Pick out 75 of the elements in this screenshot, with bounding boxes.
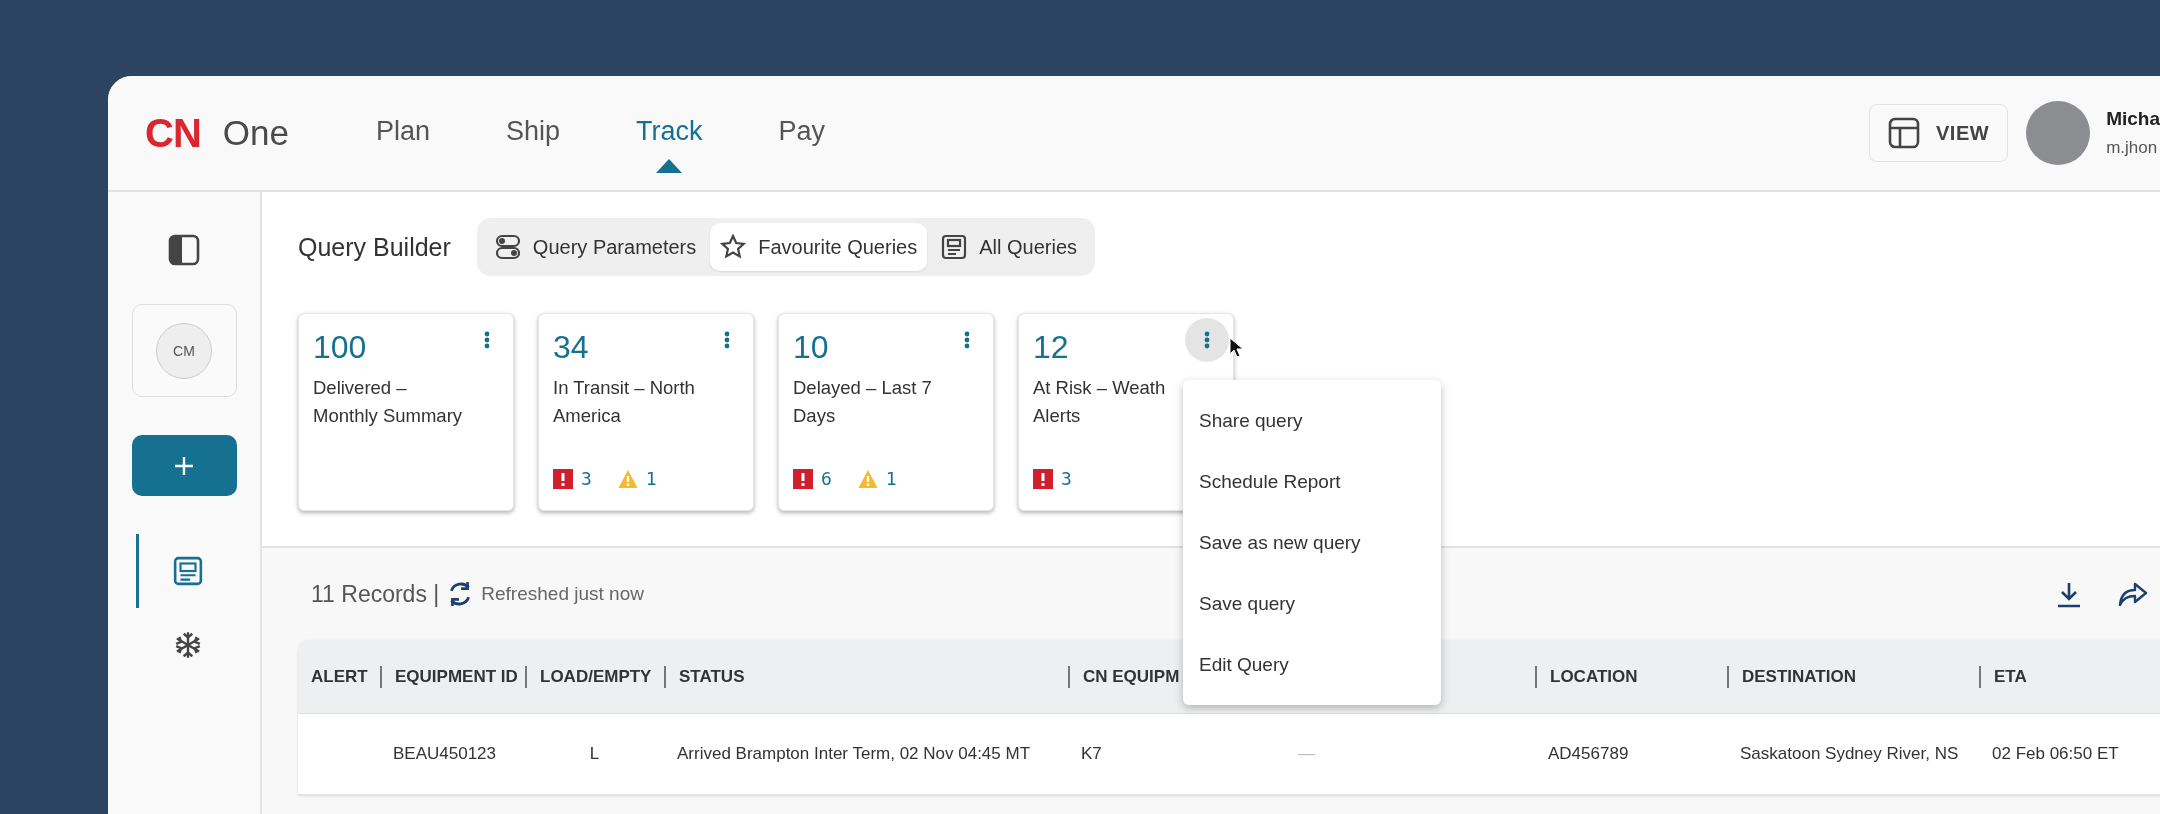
query-card[interactable] (538, 313, 754, 511)
avatar: CM (156, 322, 212, 379)
query-count: 12 (1033, 329, 1069, 366)
error-icon (793, 468, 813, 489)
nav-tab[interactable]: Ship (506, 92, 561, 174)
query-count: 34 (553, 329, 589, 366)
menu-item[interactable]: Edit Query (1183, 634, 1441, 695)
query-card[interactable] (298, 313, 514, 511)
kebab-icon (964, 331, 970, 349)
menu-item[interactable]: Schedule Report (1183, 451, 1441, 512)
warning-icon (617, 468, 638, 489)
column-header: STATUS (664, 665, 1068, 688)
user-name: Micha (2106, 108, 2160, 130)
user-email: m.jhon (2106, 138, 2159, 158)
table-cell-text: L (588, 744, 601, 764)
snowflake-icon (173, 630, 203, 660)
toggle-icon (494, 234, 521, 260)
table-cell-text: Arrived Brampton Inter Term, 02 Nov 04:45 MT (676, 744, 1032, 764)
alert-count: 3 (1061, 468, 1072, 489)
document-icon (941, 234, 968, 260)
query-count: 100 (313, 329, 367, 366)
menu-item[interactable]: Share query (1183, 390, 1441, 451)
profile-card[interactable]: CM (131, 304, 237, 397)
app-name: One (222, 113, 289, 153)
error-icon (1033, 468, 1053, 489)
selected-caret-icon (656, 159, 683, 173)
table-cell-text: BEAU450123 (392, 744, 498, 764)
alert-count: 6 (821, 468, 832, 489)
table-cell-text: 02 Feb 06:50 ET (1991, 744, 2120, 764)
warning-icon (857, 468, 878, 489)
cn-logo: CN (145, 110, 201, 156)
query-title: Delivered – Monthly Summary (313, 376, 463, 428)
error-icon (553, 468, 573, 489)
table-cell-text: AD456789 (1547, 744, 1630, 764)
query-title: In Transit – North America (553, 376, 696, 428)
column-header: DESTINATION (1727, 665, 1979, 688)
alert-count: 1 (645, 468, 657, 489)
refresh-status: Refreshed just now (481, 583, 644, 605)
query-tab[interactable]: Query Parameters (484, 223, 707, 271)
table-cell-text: — (1297, 744, 1316, 764)
document-icon (173, 556, 203, 586)
query-tab[interactable]: Favourite Queries (710, 223, 928, 271)
column-header: LOAD/EMPTY (525, 665, 664, 688)
menu-item[interactable]: Save query (1183, 573, 1441, 634)
nav-tab[interactable]: Plan (376, 92, 431, 174)
query-title: At Risk – Weath Alerts (1033, 376, 1167, 428)
record-count: 11 Records | (311, 580, 440, 608)
column-header: LOCATION (1535, 665, 1727, 688)
table-cell-text: K7 (1080, 744, 1103, 764)
mouse-pointer-icon (1229, 337, 1244, 358)
alert-count: 3 (581, 468, 592, 489)
column-header: EQUIPMENT ID (380, 665, 525, 688)
alert-count: 1 (885, 468, 897, 489)
page-title: Query Builder (298, 232, 451, 262)
download-icon[interactable] (2056, 580, 2082, 608)
kebab-icon (1204, 331, 1210, 349)
menu-item[interactable]: Save as new query (1183, 512, 1441, 573)
kebab-icon (724, 331, 730, 349)
table-cell-text: Saskatoon Sydney River, NS (1739, 744, 1960, 764)
nav-tab[interactable]: Track (636, 92, 703, 174)
kebab-icon (484, 331, 490, 349)
add-button[interactable] (131, 435, 237, 496)
query-card[interactable] (778, 313, 994, 511)
query-title: Delayed – Last 7 Days (793, 376, 933, 428)
view-button[interactable]: VIEW (1869, 104, 2009, 162)
star-icon (720, 234, 747, 260)
column-header: ALERT (310, 665, 369, 688)
share-icon[interactable] (2118, 580, 2148, 608)
layout-icon (1888, 117, 1920, 149)
panel-toggle-icon[interactable] (168, 234, 200, 266)
plus-icon (173, 454, 195, 477)
nav-tab[interactable]: Pay (778, 92, 826, 174)
query-count: 10 (793, 329, 829, 366)
column-header: ETA (1979, 665, 2160, 688)
query-tab[interactable]: All Queries (931, 223, 1088, 271)
